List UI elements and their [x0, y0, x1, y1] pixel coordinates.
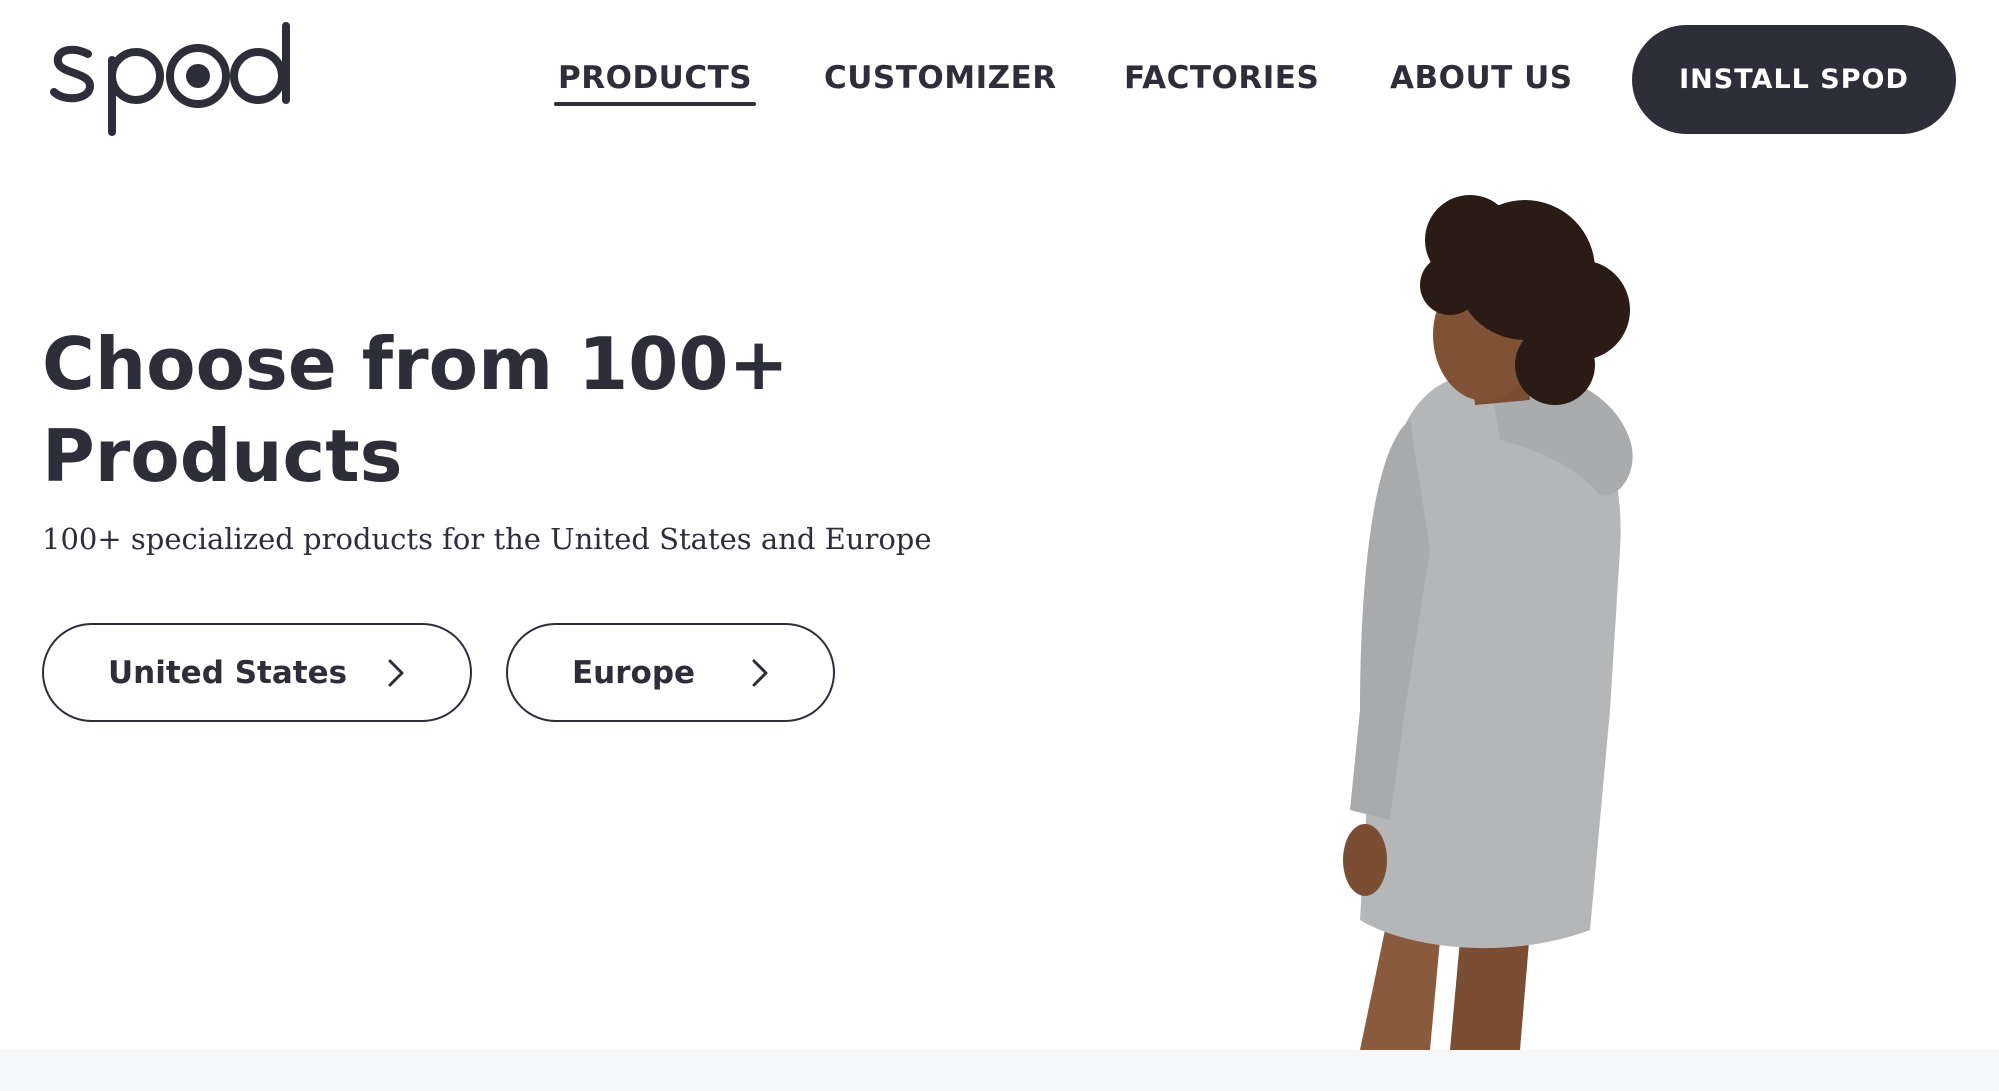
nav-link-products[interactable]: PRODUCTS — [553, 60, 757, 106]
europe-button-label: Europe — [572, 654, 696, 691]
hero-model-image — [1343, 195, 1633, 1050]
nav-link-factories[interactable]: FACTORIES — [1124, 60, 1319, 96]
nav-link-about-us[interactable]: ABOUT US — [1390, 60, 1573, 96]
nav-link-customizer[interactable]: CUSTOMIZER — [824, 60, 1057, 96]
hero-subtitle: 100+ specialized products for the United… — [42, 522, 932, 556]
united-states-button[interactable]: United States — [42, 623, 472, 722]
chevron-right-icon — [388, 659, 404, 687]
hero-title: Choose from 100+ Products — [42, 322, 789, 498]
united-states-button-label: United States — [108, 654, 348, 691]
footer-band — [0, 1050, 1999, 1091]
install-spod-button[interactable]: INSTALL SPOD — [1632, 25, 1956, 134]
europe-button[interactable]: Europe — [506, 623, 835, 722]
main-nav: PRODUCTS CUSTOMIZER FACTORIES ABOUT US I… — [0, 0, 1999, 160]
chevron-right-icon — [752, 659, 768, 687]
page: PRODUCTS CUSTOMIZER FACTORIES ABOUT US I… — [0, 0, 1999, 1091]
